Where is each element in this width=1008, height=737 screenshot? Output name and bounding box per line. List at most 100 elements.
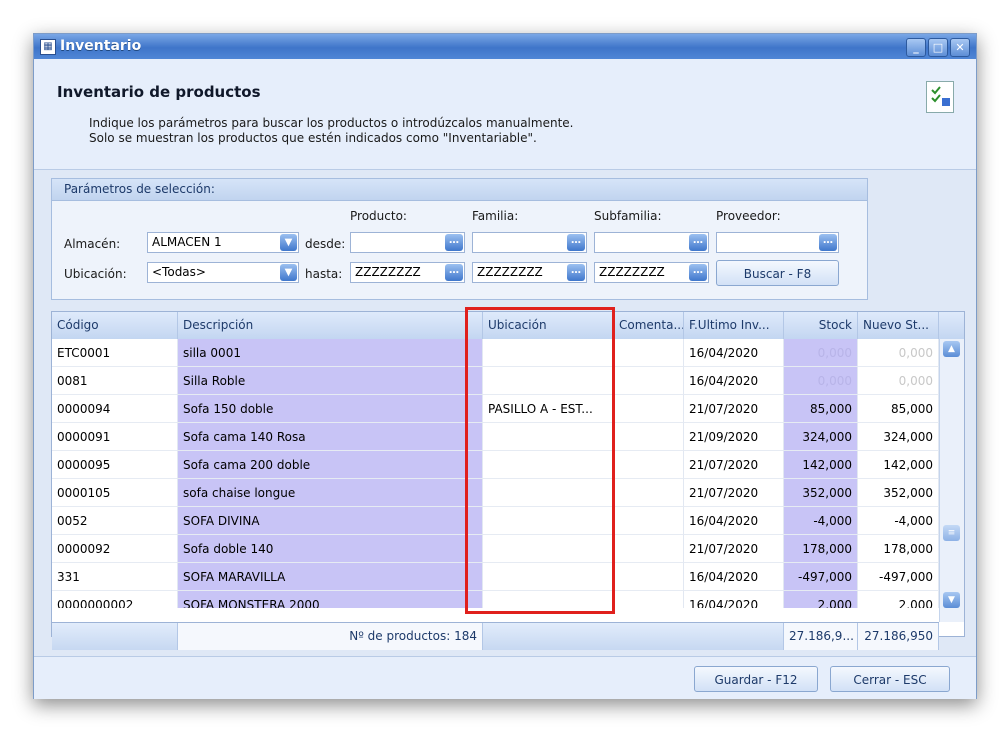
cell-new-stock[interactable]: 85,000 xyxy=(858,395,939,423)
cell-code: 0000000002 xyxy=(52,591,178,608)
vertical-scrollbar[interactable]: ▲ ≡ ▼ xyxy=(939,339,964,622)
familia-label: Familia: xyxy=(472,209,519,223)
cell-new-stock[interactable]: 0,000 xyxy=(858,339,939,367)
checklist-icon xyxy=(926,81,954,113)
cell-location[interactable] xyxy=(483,423,614,451)
col-stock[interactable]: Stock xyxy=(784,312,858,339)
col-codigo[interactable]: Código xyxy=(52,312,178,339)
cell-new-stock[interactable]: -4,000 xyxy=(858,507,939,535)
cell-comment[interactable] xyxy=(614,479,684,507)
minimize-icon[interactable]: _ xyxy=(906,38,926,57)
footer-new-total: 27.186,950 xyxy=(858,623,939,650)
close-icon[interactable]: ✕ xyxy=(950,38,970,57)
producto-label: Producto: xyxy=(350,209,407,223)
cell-comment[interactable] xyxy=(614,423,684,451)
table-row[interactable]: 0052 SOFA DIVINA 16/04/2020 -4,000 -4,000 xyxy=(52,507,939,535)
params-header: Parámetros de selección: xyxy=(52,179,867,201)
cell-comment[interactable] xyxy=(614,535,684,563)
cell-location[interactable] xyxy=(483,591,614,608)
ellipsis-icon[interactable]: … xyxy=(445,234,463,251)
cell-comment[interactable] xyxy=(614,591,684,608)
col-fecha[interactable]: F.Ultimo Inv... xyxy=(684,312,784,339)
cell-new-stock[interactable]: 178,000 xyxy=(858,535,939,563)
almacen-select[interactable]: ALMACEN 1 ▼ xyxy=(147,232,299,253)
cell-description: SOFA MARAVILLA xyxy=(178,563,483,591)
cell-location[interactable] xyxy=(483,367,614,395)
cell-location[interactable] xyxy=(483,563,614,591)
proveedor-input[interactable]: … xyxy=(716,232,839,253)
scroll-thumb[interactable]: ≡ xyxy=(943,525,960,541)
scroll-up-icon[interactable]: ▲ xyxy=(943,341,960,357)
subfamilia-hasta-input[interactable]: ZZZZZZZZ … xyxy=(594,262,709,283)
ellipsis-icon[interactable]: … xyxy=(689,234,707,251)
cell-new-stock[interactable]: 2,000 xyxy=(858,591,939,608)
instruction-line-1: Indique los parámetros para buscar los p… xyxy=(89,116,574,130)
maximize-icon[interactable]: □ xyxy=(928,38,948,57)
col-ubicacion[interactable]: Ubicación xyxy=(483,312,614,339)
almacen-label: Almacén: xyxy=(64,237,121,251)
ellipsis-icon[interactable]: … xyxy=(689,264,707,281)
cell-comment[interactable] xyxy=(614,339,684,367)
footer-count: Nº de productos: 184 xyxy=(178,623,483,650)
almacen-value: ALMACEN 1 xyxy=(152,235,222,249)
cell-stock: -4,000 xyxy=(784,507,858,535)
cell-comment[interactable] xyxy=(614,507,684,535)
table-row[interactable]: 0000092 Sofa doble 140 21/07/2020 178,000 17… xyxy=(52,535,939,563)
cell-comment[interactable] xyxy=(614,395,684,423)
familia-hasta-input[interactable]: ZZZZZZZZ … xyxy=(472,262,587,283)
chevron-down-icon[interactable]: ▼ xyxy=(280,264,297,281)
cell-location[interactable] xyxy=(483,339,614,367)
cell-new-stock[interactable]: 352,000 xyxy=(858,479,939,507)
cell-location[interactable] xyxy=(483,535,614,563)
ubicacion-label: Ubicación: xyxy=(64,267,127,281)
subfamilia-label: Subfamilia: xyxy=(594,209,662,223)
cell-comment[interactable] xyxy=(614,367,684,395)
cell-date: 21/07/2020 xyxy=(684,395,784,423)
title-bar[interactable]: ▦ Inventario _ □ ✕ xyxy=(34,34,976,59)
cell-location[interactable]: PASILLO A - EST... xyxy=(483,395,614,423)
cell-location[interactable] xyxy=(483,451,614,479)
table-row[interactable]: 0000094 Sofa 150 doble PASILLO A - EST... 2… xyxy=(52,395,939,423)
buscar-button[interactable]: Buscar - F8 xyxy=(716,260,839,286)
cell-code: 0000092 xyxy=(52,535,178,563)
familia-desde-input[interactable]: … xyxy=(472,232,587,253)
col-descripcion[interactable]: Descripción xyxy=(178,312,483,339)
cell-description: Sofa 150 doble xyxy=(178,395,483,423)
producto-hasta-input[interactable]: ZZZZZZZZ … xyxy=(350,262,465,283)
ellipsis-icon[interactable]: … xyxy=(567,264,585,281)
cell-new-stock[interactable]: -497,000 xyxy=(858,563,939,591)
grid-footer: Nº de productos: 184 27.186,9... 27.186,… xyxy=(52,622,939,650)
cell-description: Silla Roble xyxy=(178,367,483,395)
ellipsis-icon[interactable]: … xyxy=(567,234,585,251)
ellipsis-icon[interactable]: … xyxy=(819,234,837,251)
cell-location[interactable] xyxy=(483,507,614,535)
col-nuevo-stock[interactable]: Nuevo St... xyxy=(858,312,939,339)
cell-comment[interactable] xyxy=(614,451,684,479)
table-row[interactable]: 331 SOFA MARAVILLA 16/04/2020 -497,000 -497,… xyxy=(52,563,939,591)
cell-new-stock[interactable]: 0,000 xyxy=(858,367,939,395)
cell-location[interactable] xyxy=(483,479,614,507)
cell-stock: 0,000 xyxy=(784,339,858,367)
subfamilia-desde-input[interactable]: … xyxy=(594,232,709,253)
table-row[interactable]: 0000091 Sofa cama 140 Rosa 21/09/2020 324,0… xyxy=(52,423,939,451)
footer-stock-total: 27.186,9... xyxy=(784,623,858,650)
cell-new-stock[interactable]: 142,000 xyxy=(858,451,939,479)
producto-desde-input[interactable]: … xyxy=(350,232,465,253)
table-row[interactable]: 0000095 Sofa cama 200 doble 21/07/2020 142,… xyxy=(52,451,939,479)
cell-new-stock[interactable]: 324,000 xyxy=(858,423,939,451)
chevron-down-icon[interactable]: ▼ xyxy=(280,234,297,251)
table-row[interactable]: 0000105 sofa chaise longue 21/07/2020 352,0… xyxy=(52,479,939,507)
ubicacion-select[interactable]: <Todas> ▼ xyxy=(147,262,299,283)
cell-code: ETC0001 xyxy=(52,339,178,367)
cell-comment[interactable] xyxy=(614,563,684,591)
guardar-button[interactable]: Guardar - F12 xyxy=(694,666,818,692)
ellipsis-icon[interactable]: … xyxy=(445,264,463,281)
cerrar-button[interactable]: Cerrar - ESC xyxy=(830,666,950,692)
cell-code: 0000094 xyxy=(52,395,178,423)
cell-description: sofa chaise longue xyxy=(178,479,483,507)
table-row[interactable]: 0000000002 SOFA MONSTERA 2000 16/04/2020 2,… xyxy=(52,591,939,608)
table-row[interactable]: 0081 Silla Roble 16/04/2020 0,000 0,000 xyxy=(52,367,939,395)
col-comentario[interactable]: Comenta... xyxy=(614,312,684,339)
table-row[interactable]: ETC0001 silla 0001 16/04/2020 0,000 0,000 xyxy=(52,339,939,367)
scroll-down-icon[interactable]: ▼ xyxy=(943,592,960,608)
